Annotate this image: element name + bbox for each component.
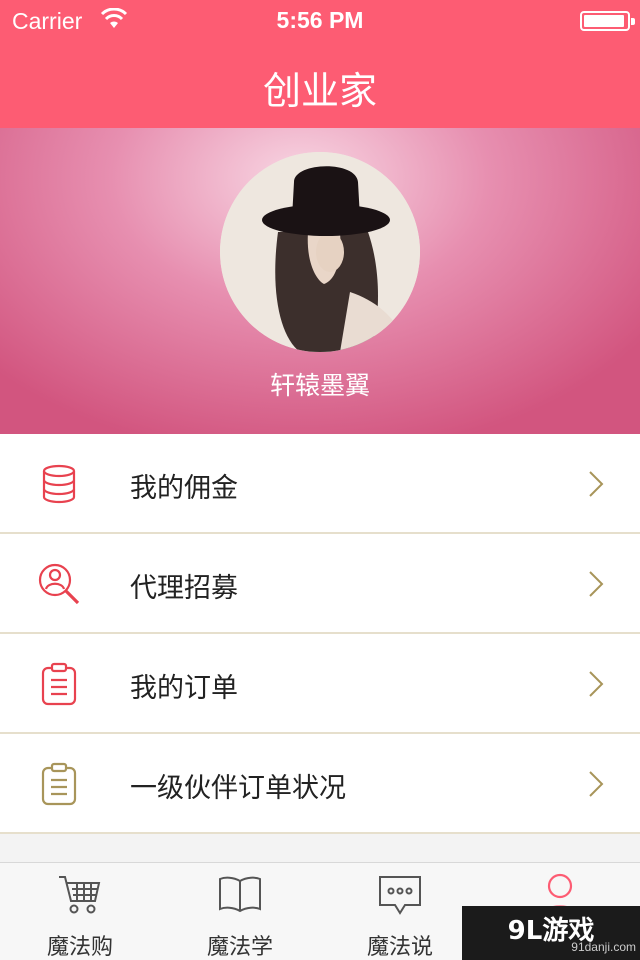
avatar[interactable]	[220, 152, 420, 352]
menu-item-label: 我的订单	[130, 673, 238, 704]
avatar-image	[220, 152, 420, 352]
menu-item-partner-orders[interactable]: 一级伙伴订单状况	[0, 734, 640, 834]
menu-item-label: 我的佣金	[130, 473, 238, 504]
menu-item-agent-recruitment[interactable]: 代理招募	[0, 534, 640, 634]
menu-item-label: 一级伙伴订单状况	[130, 773, 346, 804]
clock: 5:56 PM	[276, 7, 364, 33]
tab-talk[interactable]: 魔法说	[320, 863, 480, 960]
database-icon	[42, 464, 76, 504]
chat-icon	[379, 876, 421, 915]
clipboard-icon	[41, 662, 77, 706]
cart-icon	[59, 876, 101, 914]
menu-item-commission[interactable]: 我的佣金	[0, 434, 640, 534]
clipboard-gold-icon	[41, 762, 77, 806]
watermark-url: 91danji.com	[571, 940, 636, 954]
tab-label: 魔法说	[366, 935, 433, 960]
tab-learn[interactable]: 魔法学	[160, 863, 320, 960]
user-search-icon	[38, 563, 80, 605]
tab-label: 魔法学	[206, 935, 273, 960]
page-title: 创业家	[262, 69, 377, 113]
watermark: 9L游戏 91danji.com	[462, 906, 640, 960]
battery-icon	[580, 11, 635, 31]
username: 轩辕墨翼	[269, 371, 370, 400]
chevron-right-icon	[589, 771, 604, 797]
chevron-right-icon	[589, 471, 604, 497]
navigation-bar: 创业家	[0, 40, 640, 128]
profile-header: 轩辕墨翼	[0, 128, 640, 434]
menu-item-my-orders[interactable]: 我的订单	[0, 634, 640, 734]
tab-label: 魔法购	[46, 935, 113, 960]
status-bar: Carrier 5:56 PM	[0, 0, 640, 40]
menu-list: 我的佣金 代理招募 我的订单 一级伙伴订单状况	[0, 434, 640, 834]
chevron-right-icon	[589, 571, 604, 597]
tab-shop[interactable]: 魔法购	[0, 863, 160, 960]
book-icon	[219, 876, 261, 913]
chevron-right-icon	[589, 671, 604, 697]
menu-item-label: 代理招募	[130, 573, 238, 604]
